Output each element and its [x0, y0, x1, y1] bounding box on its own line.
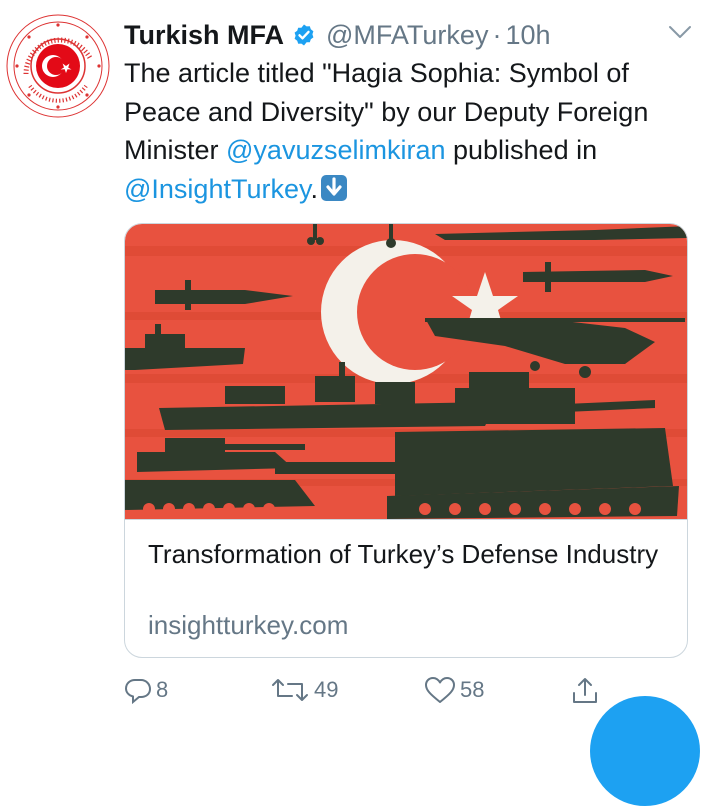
reply-button[interactable]: 8 [124, 676, 168, 704]
down-arrow-emoji-icon [320, 174, 347, 201]
compose-fab-button[interactable] [590, 696, 700, 806]
reply-count: 8 [156, 677, 169, 702]
verified-badge-icon [294, 24, 314, 46]
like-button[interactable]: 58 [424, 676, 484, 704]
tweet-text-part3: . [310, 173, 318, 204]
tweet-text: The article titled "Hagia Sophia: Symbol… [124, 54, 694, 208]
tweet-text-part2: published in [445, 135, 598, 165]
mention-link-yavuzselimkiran[interactable]: @yavuzselimkiran [226, 135, 445, 165]
retweet-icon [272, 679, 308, 701]
display-name[interactable]: Turkish MFA [124, 20, 284, 51]
heart-icon [425, 677, 455, 703]
share-button[interactable] [570, 676, 604, 706]
tweet-header: Turkish MFA @MFATurkey · 10h [124, 18, 551, 52]
card-image[interactable] [125, 224, 688, 519]
reply-icon [124, 679, 152, 704]
handle[interactable]: @MFATurkey [326, 20, 488, 51]
separator-dot: · [492, 19, 502, 50]
mention-link-insightturkey[interactable]: @InsightTurkey [124, 174, 310, 204]
retweet-count: 49 [314, 677, 339, 702]
card-title[interactable]: Transformation of Turkey’s Defense Indus… [148, 536, 668, 572]
share-icon [573, 678, 597, 703]
link-card[interactable]: Transformation of Turkey’s Defense Indus… [124, 223, 688, 658]
retweet-button[interactable]: 49 [270, 676, 338, 704]
timestamp[interactable]: 10h [505, 20, 550, 51]
card-domain: insightturkey.com [148, 610, 349, 640]
like-count: 58 [460, 677, 485, 702]
tweet-actions: 8 49 58 [124, 676, 604, 710]
chevron-down-icon[interactable] [668, 22, 692, 42]
card-body[interactable]: Transformation of Turkey’s Defense Indus… [125, 519, 687, 657]
avatar[interactable] [6, 14, 110, 118]
